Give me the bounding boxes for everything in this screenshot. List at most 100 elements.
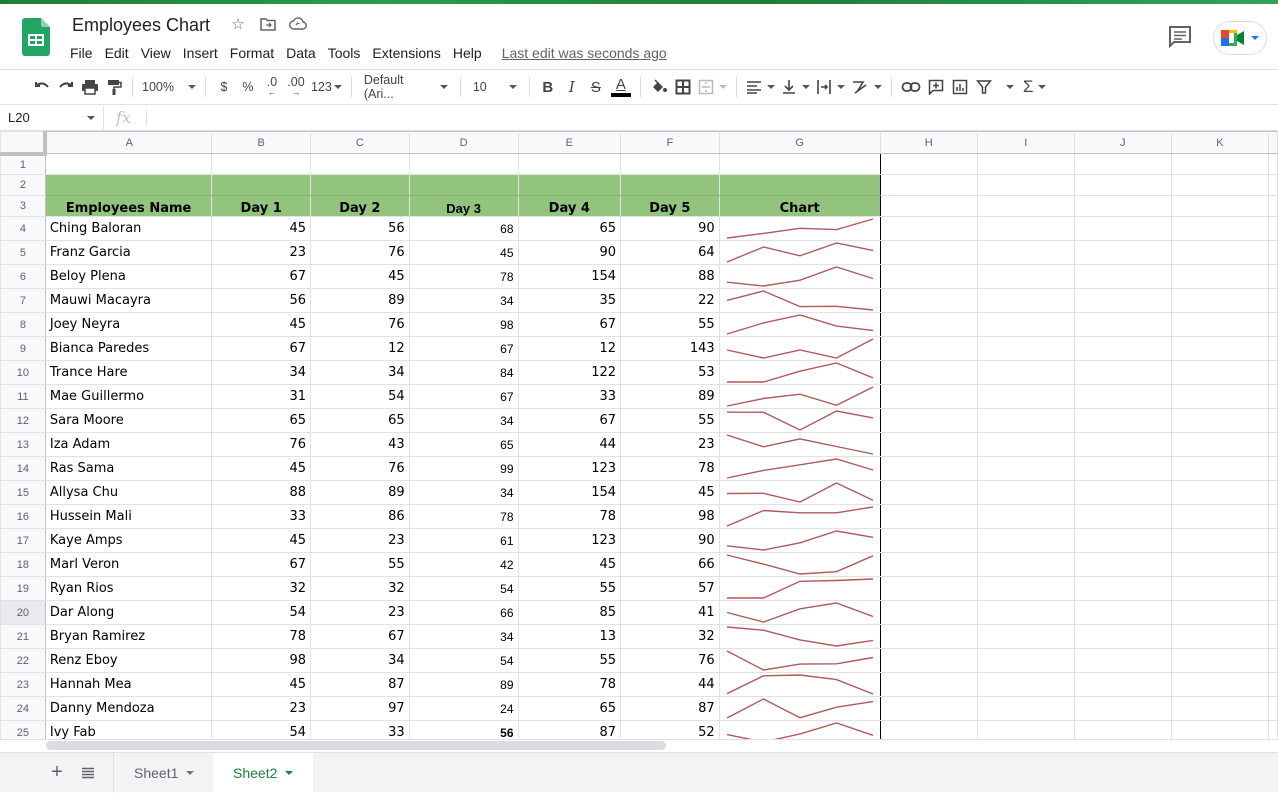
day-2-value-cell[interactable]: 23: [309, 600, 410, 625]
day-2-value-cell[interactable]: 43: [309, 432, 410, 457]
day-1-value-cell[interactable]: 67: [211, 552, 311, 577]
cell-k[interactable]: [1170, 336, 1270, 361]
cell-j[interactable]: [1073, 456, 1172, 481]
day-2-value-cell[interactable]: 56: [309, 216, 410, 241]
sheet-tab-sheet1[interactable]: Sheet1: [113, 753, 213, 793]
row-header-22[interactable]: 22: [0, 648, 46, 673]
cell-k[interactable]: [1170, 600, 1270, 625]
column-title-day1[interactable]: Day 1: [211, 195, 311, 217]
sparkline-cell[interactable]: [718, 408, 881, 433]
day-1-value-cell[interactable]: 33: [211, 504, 311, 529]
row-header-3[interactable]: 3: [0, 195, 46, 217]
cell-h[interactable]: [879, 264, 978, 289]
row-header-10[interactable]: 10: [0, 360, 46, 385]
day-3-value-cell[interactable]: 61: [408, 528, 519, 553]
row-header-5[interactable]: 5: [0, 240, 46, 265]
cell-k[interactable]: [1170, 576, 1270, 601]
day-3-value-cell[interactable]: 34: [408, 480, 519, 505]
insert-comment-button[interactable]: [924, 73, 948, 101]
header-cell-top-b[interactable]: [211, 174, 311, 196]
employee-name-cell[interactable]: Ras Sama: [44, 456, 213, 481]
cell-h[interactable]: [879, 288, 978, 313]
day-2-value-cell[interactable]: 67: [309, 624, 410, 649]
row-header-21[interactable]: 21: [0, 624, 46, 649]
cell-h[interactable]: [879, 672, 978, 697]
cell-i[interactable]: [976, 504, 1075, 529]
cell-h[interactable]: [879, 195, 978, 217]
sparkline-cell[interactable]: [718, 456, 881, 481]
day-3-value-cell[interactable]: 34: [408, 624, 519, 649]
employee-name-cell[interactable]: Mae Guillermo: [44, 384, 213, 409]
cell-j[interactable]: [1073, 432, 1172, 457]
menu-data[interactable]: Data: [280, 42, 322, 64]
all-sheets-button[interactable]: [76, 761, 100, 785]
cell-j[interactable]: [1073, 600, 1172, 625]
employee-name-cell[interactable]: Ryan Rios: [44, 576, 213, 601]
row-header-1[interactable]: 1: [0, 153, 46, 175]
cell-i[interactable]: [976, 216, 1075, 241]
day-5-value-cell[interactable]: 78: [620, 456, 720, 481]
document-title[interactable]: Employees Chart: [72, 15, 210, 36]
day-5-value-cell[interactable]: 90: [620, 216, 720, 241]
day-2-value-cell[interactable]: 97: [309, 696, 410, 721]
add-sheet-button[interactable]: +: [45, 761, 69, 785]
sparkline-cell[interactable]: [718, 600, 881, 625]
cell-k[interactable]: [1170, 456, 1270, 481]
day-3-value-cell[interactable]: 78: [408, 504, 519, 529]
cell-h[interactable]: [879, 696, 978, 721]
day-3-value-cell[interactable]: 84: [408, 360, 519, 385]
vertical-align-button[interactable]: [778, 73, 813, 101]
cell-j[interactable]: [1073, 174, 1172, 196]
row-header-7[interactable]: 7: [0, 288, 46, 313]
row-header-11[interactable]: 11: [0, 384, 46, 409]
cell-j[interactable]: [1073, 672, 1172, 697]
day-2-value-cell[interactable]: 76: [309, 456, 410, 481]
day-2-value-cell[interactable]: 12: [309, 336, 410, 361]
menu-format[interactable]: Format: [224, 42, 280, 64]
cell-j[interactable]: [1073, 408, 1172, 433]
column-title-day5[interactable]: Day 5: [620, 195, 720, 217]
cell-k[interactable]: [1170, 195, 1270, 217]
day-2-value-cell[interactable]: 23: [309, 528, 410, 553]
employee-name-cell[interactable]: Hussein Mali: [44, 504, 213, 529]
day-3-value-cell[interactable]: 54: [408, 648, 519, 673]
day-5-value-cell[interactable]: 23: [620, 432, 720, 457]
column-header-d[interactable]: D: [408, 131, 519, 154]
cell-k[interactable]: [1170, 216, 1270, 241]
day-5-value-cell[interactable]: 87: [620, 696, 720, 721]
insert-link-button[interactable]: [898, 73, 924, 101]
day-4-value-cell[interactable]: 78: [517, 504, 622, 529]
cell-h[interactable]: [879, 408, 978, 433]
cell-h[interactable]: [879, 312, 978, 337]
day-3-value-cell[interactable]: 34: [408, 288, 519, 313]
cell-k[interactable]: [1170, 288, 1270, 313]
day-2-value-cell[interactable]: 76: [309, 312, 410, 337]
column-header-g[interactable]: G: [718, 131, 881, 154]
cell-i[interactable]: [976, 264, 1075, 289]
text-wrapping-button[interactable]: [813, 73, 848, 101]
row-header-25[interactable]: 25: [0, 720, 46, 741]
cell-j[interactable]: [1073, 480, 1172, 505]
day-2-value-cell[interactable]: 45: [309, 264, 410, 289]
cell-k[interactable]: [1170, 672, 1270, 697]
day-5-value-cell[interactable]: 55: [620, 312, 720, 337]
row-header-9[interactable]: 9: [0, 336, 46, 361]
day-4-value-cell[interactable]: 55: [517, 576, 622, 601]
menu-insert[interactable]: Insert: [177, 42, 224, 64]
sparkline-cell[interactable]: [718, 312, 881, 337]
cell-b[interactable]: [211, 153, 311, 175]
cell-e[interactable]: [517, 153, 622, 175]
day-4-value-cell[interactable]: 12: [517, 336, 622, 361]
fill-color-button[interactable]: [647, 73, 671, 101]
borders-button[interactable]: [671, 73, 695, 101]
cell-j[interactable]: [1073, 648, 1172, 673]
day-5-value-cell[interactable]: 66: [620, 552, 720, 577]
row-header-6[interactable]: 6: [0, 264, 46, 289]
cell-i[interactable]: [976, 240, 1075, 265]
cell-h[interactable]: [879, 360, 978, 385]
cell-k[interactable]: [1170, 528, 1270, 553]
cell-d[interactable]: [408, 153, 519, 175]
sparkline-cell[interactable]: [718, 648, 881, 673]
sparkline-cell[interactable]: [718, 576, 881, 601]
cell-j[interactable]: [1073, 216, 1172, 241]
